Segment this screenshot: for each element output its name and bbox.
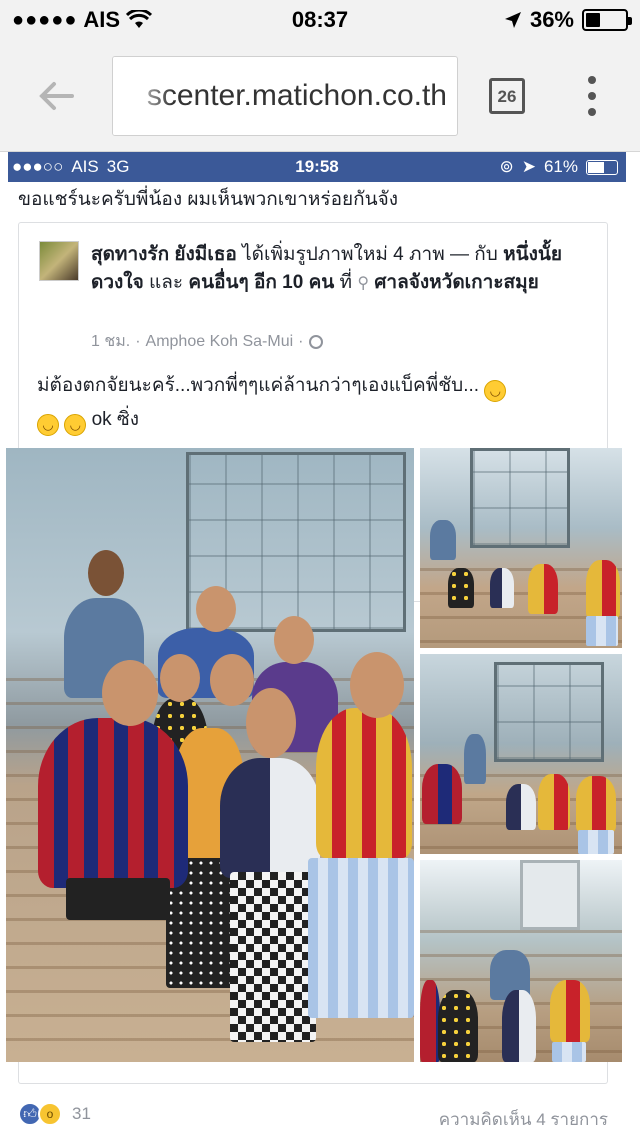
photo-thumbnail-2[interactable] — [420, 654, 622, 854]
map-pin-icon: ⚲ — [357, 275, 370, 292]
reaction-count: 31 — [72, 1104, 91, 1123]
person — [316, 708, 412, 858]
person — [528, 564, 558, 614]
post-location[interactable]: Amphoe Koh Sa-Mui — [146, 333, 294, 351]
photo-thumbnail-1[interactable] — [420, 448, 622, 648]
author-name[interactable]: สุดทางรัก ยังมีเธอ — [91, 244, 237, 265]
person — [502, 990, 536, 1062]
person-legs — [552, 1042, 586, 1062]
building-window — [470, 448, 570, 548]
person — [438, 990, 478, 1062]
reactions-summary[interactable]: 👍︎ o 31 — [18, 1102, 91, 1126]
post-header: สุดทางรัก ยังมีเธอ ได้เพิ่มรูปภาพใหม่ 4 … — [91, 241, 591, 298]
person — [586, 560, 620, 618]
battery-level — [586, 13, 601, 27]
author-avatar[interactable] — [39, 241, 79, 281]
person — [38, 718, 188, 888]
photo-thumbnail-3[interactable] — [420, 860, 622, 1062]
wow-reaction-icon: o — [38, 1102, 62, 1126]
status-right: 36% — [504, 7, 632, 33]
embedded-status-bar: ●●●○○ AIS 3G 19:58 ⊚ ➤ 61% — [8, 152, 626, 182]
tag-conjunction: และ — [148, 272, 184, 293]
laughing-emoji-icon: ◡ — [484, 380, 507, 402]
address-bar[interactable]: scenter.matichon.co.th — [112, 56, 458, 136]
building-wall — [520, 860, 580, 930]
post-text-line1: ม่ต้องตกจัยนะคร้...พวกพี่ๆๆแค่ล้านกว่าๆเ… — [37, 375, 480, 396]
tab-switcher-button[interactable]: 26 — [489, 78, 525, 114]
rotation-lock-icon: ⊚ — [499, 157, 514, 176]
place-name[interactable]: ศาลจังหวัดเกาะสมุย — [374, 272, 538, 293]
globe-icon — [308, 334, 323, 349]
tagged-others-link[interactable]: คนอื่นๆ อีก 10 คน — [188, 272, 334, 293]
page-content: ●●●○○ AIS 3G 19:58 ⊚ ➤ 61% ขอแชร์นะครับพ… — [0, 152, 640, 1136]
post-meta: 1 ชม. · Amphoe Koh Sa-Mui · — [91, 329, 323, 354]
person-head — [210, 654, 254, 706]
embedded-battery-percent: 61% — [543, 157, 578, 176]
embedded-location-icon: ➤ — [521, 157, 536, 176]
photo-main[interactable] — [6, 448, 414, 1062]
comments-count-link[interactable]: ความคิดเห็น 4 รายการ — [439, 1106, 608, 1133]
person-legs — [66, 878, 170, 920]
person-legs — [586, 616, 618, 646]
person-head — [274, 616, 314, 664]
person-legs — [308, 858, 414, 1018]
battery-percent: 36% — [529, 7, 574, 32]
url-text: scenter.matichon.co.th — [146, 79, 447, 112]
person — [490, 568, 514, 608]
person — [538, 774, 570, 830]
post-action: ได้เพิ่มรูปภาพใหม่ 4 ภาพ — กับ — [242, 244, 498, 265]
meta-dot: · — [298, 332, 304, 350]
building-window — [494, 662, 604, 762]
person — [506, 784, 536, 830]
status-bar: ●●●●● AIS 08:37 36% — [0, 0, 640, 40]
embedded-status-right: ⊚ ➤ 61% — [499, 157, 618, 177]
person — [220, 758, 320, 878]
photo-grid — [6, 448, 622, 1062]
post-time[interactable]: 1 ชม. — [91, 329, 130, 354]
back-arrow-icon[interactable] — [36, 76, 76, 116]
person — [422, 764, 462, 824]
embedded-battery-icon — [586, 159, 618, 175]
battery-icon — [582, 9, 632, 31]
person-head — [88, 550, 124, 596]
person-head — [102, 660, 158, 726]
post-text-line2: ok ซิ่ง — [91, 409, 140, 430]
person-head — [196, 586, 236, 632]
post-text: ม่ต้องตกจัยนะคร้...พวกพี่ๆๆแค่ล้านกว่าๆเ… — [37, 369, 597, 437]
browser-toolbar: scenter.matichon.co.th 26 — [0, 40, 640, 152]
person — [464, 734, 486, 784]
person — [576, 776, 616, 832]
post-card-bottom — [18, 1062, 608, 1084]
share-caption: ขอแชร์นะครับพี่น้อง ผมเห็นพวกเขาหร่อยกัน… — [18, 189, 399, 210]
person — [430, 520, 456, 560]
at-word: ที่ — [339, 272, 353, 293]
overflow-menu-icon[interactable] — [582, 76, 602, 116]
person-head — [350, 652, 404, 718]
person-legs — [230, 872, 316, 1042]
person-head — [160, 654, 200, 702]
person-legs — [578, 830, 614, 854]
person — [550, 980, 590, 1042]
person — [420, 980, 440, 1062]
person-head — [246, 688, 296, 758]
person — [448, 568, 474, 608]
meta-dot: · — [135, 332, 141, 350]
location-arrow-icon — [504, 12, 521, 28]
url-fade — [113, 57, 173, 135]
laughing-emoji-icon: ◡ — [64, 414, 87, 436]
laughing-emoji-icon: ◡ — [37, 414, 59, 436]
